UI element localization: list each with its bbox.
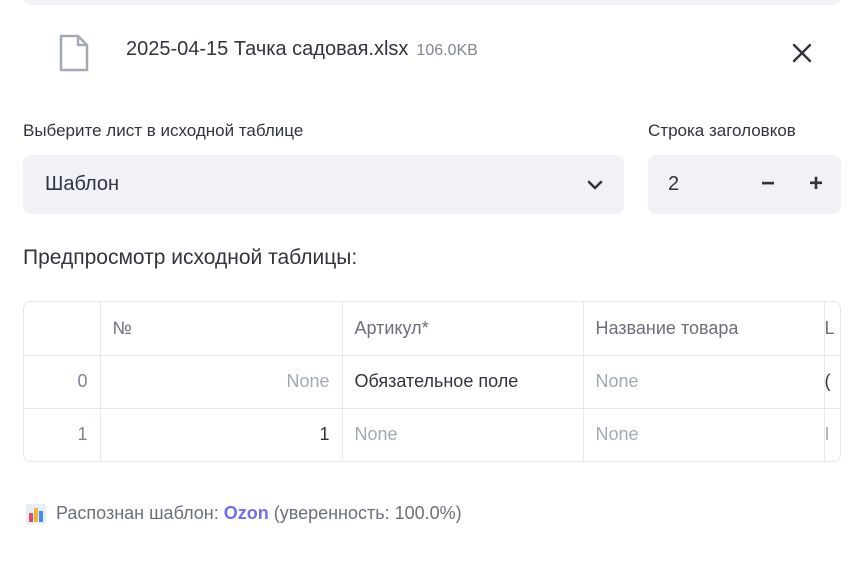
cell-number[interactable]: 1	[100, 408, 343, 461]
table-header-row: № Артикул* Название товара L	[24, 302, 840, 356]
column-header-number[interactable]: №	[100, 302, 343, 356]
sheet-select-value: Шаблон	[45, 173, 120, 195]
status-confidence: (уверенность: 100.0%)	[273, 503, 462, 523]
sheet-select-label: Выберите лист в исходной таблице	[23, 121, 304, 140]
increment-button[interactable]: +	[801, 169, 831, 199]
file-size: 106.0KB	[416, 42, 478, 59]
chevron-down-icon	[587, 180, 603, 190]
file-name: 2025-04-15 Тачка садовая.xlsx 106.0KB	[126, 38, 478, 61]
column-header-truncated[interactable]: L	[824, 302, 840, 356]
table-row: 1 1 None None I	[24, 408, 840, 461]
cell-article[interactable]: Обязательное поле	[342, 355, 584, 409]
column-header-article[interactable]: Артикул*	[342, 302, 584, 356]
table-row: 0 None Обязательное поле None (	[24, 355, 840, 409]
template-detection-status: Распознан шаблон: Ozon (уверенность: 100…	[26, 503, 462, 524]
header-row-stepper: 2 − +	[648, 155, 841, 214]
cell-truncated[interactable]: I	[824, 408, 840, 461]
row-index: 0	[24, 355, 101, 409]
cell-truncated[interactable]: (	[824, 355, 840, 409]
remove-file-close-icon[interactable]	[791, 42, 813, 64]
bar-chart-icon	[26, 503, 46, 524]
uploaded-file-row: 2025-04-15 Тачка садовая.xlsx 106.0KB	[23, 28, 841, 78]
preview-table[interactable]: № Артикул* Название товара L 0 None Обяз…	[23, 301, 841, 462]
column-header-name[interactable]: Название товара	[583, 302, 825, 356]
row-index: 1	[24, 408, 101, 461]
detected-template-name: Ozon	[223, 503, 269, 523]
decrement-button[interactable]: −	[753, 169, 783, 199]
file-name-text: 2025-04-15 Тачка садовая.xlsx	[126, 38, 409, 60]
previous-widget-edge	[23, 0, 841, 5]
header-row-input[interactable]: 2	[668, 173, 679, 196]
status-prefix: Распознан шаблон:	[56, 503, 219, 523]
sheet-select[interactable]: Шаблон	[23, 155, 624, 214]
file-icon	[59, 34, 89, 72]
cell-number[interactable]: None	[100, 355, 343, 409]
preview-title: Предпросмотр исходной таблицы:	[23, 246, 358, 269]
header-row-label: Строка заголовков	[648, 121, 796, 140]
column-header-index[interactable]	[24, 302, 101, 356]
cell-name[interactable]: None	[583, 355, 825, 409]
cell-name[interactable]: None	[583, 408, 825, 461]
cell-article[interactable]: None	[342, 408, 584, 461]
